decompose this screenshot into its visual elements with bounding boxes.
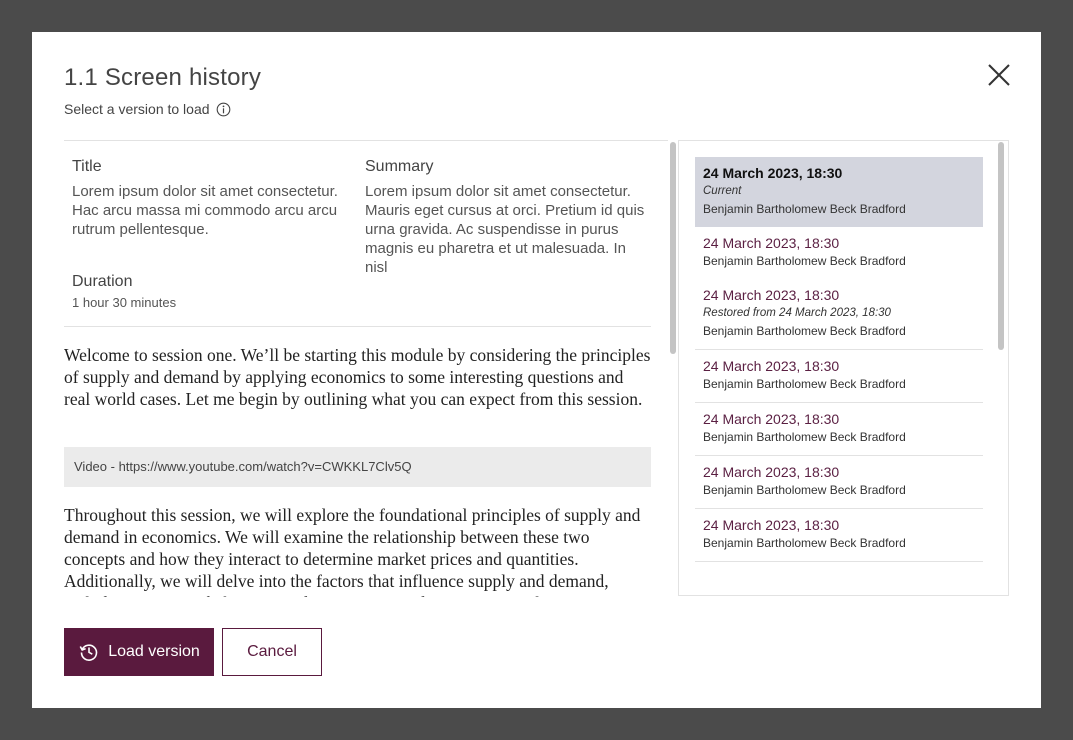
dialog-subtitle: Select a version to load [64, 101, 231, 117]
version-item[interactable]: 24 March 2023, 18:30 Benjamin Bartholomew… [695, 456, 983, 509]
load-version-label: Load version [108, 643, 200, 660]
version-item[interactable]: 24 March 2023, 18:30 Current Benjamin Bart… [695, 157, 983, 227]
load-version-button[interactable]: Load version [64, 628, 214, 676]
version-author: Benjamin Bartholomew Beck Bradford [703, 536, 906, 550]
title-section: Title Lorem ipsum dolor sit amet consect… [72, 158, 342, 239]
version-list-scrollbar[interactable] [996, 142, 1006, 594]
version-item[interactable]: 24 March 2023, 18:30 Restored from 24 Mar… [695, 279, 983, 350]
version-list: 24 March 2023, 18:30 Current Benjamin Bart… [678, 140, 1009, 596]
version-author: Benjamin Bartholomew Beck Bradford [703, 377, 906, 391]
version-note: Restored from 24 March 2023, 18:30 [703, 307, 891, 319]
info-icon[interactable] [216, 102, 231, 117]
version-scrollbar-thumb[interactable] [998, 142, 1004, 350]
current-badge: Current [703, 185, 742, 197]
version-date: 24 March 2023, 18:30 [703, 464, 840, 480]
version-item[interactable]: 24 March 2023, 18:30 Benjamin Bartholomew… [695, 227, 983, 279]
version-item[interactable]: 24 March 2023, 18:30 Benjamin Bartholomew… [695, 509, 983, 562]
preview-scrollbar-thumb[interactable] [670, 142, 676, 354]
cancel-button[interactable]: Cancel [222, 628, 322, 676]
version-date: 24 March 2023, 18:30 [703, 411, 840, 427]
version-author: Benjamin Bartholomew Beck Bradford [703, 430, 906, 444]
screen-metadata: Title Lorem ipsum dolor sit amet consect… [64, 141, 651, 327]
version-date: 24 March 2023, 18:30 [703, 517, 840, 533]
version-date: 24 March 2023, 18:30 [703, 358, 840, 374]
version-date: 24 March 2023, 18:30 [703, 165, 843, 181]
video-embed: Video - https://www.youtube.com/watch?v=… [64, 447, 651, 487]
version-date: 24 March 2023, 18:30 [703, 235, 840, 251]
version-preview: Title Lorem ipsum dolor sit amet consect… [64, 140, 668, 597]
title-label: Title [72, 158, 102, 175]
version-item[interactable]: 24 March 2023, 18:30 Benjamin Bartholomew… [695, 403, 983, 456]
summary-text: Lorem ipsum dolor sit amet consectetur. … [365, 183, 645, 276]
version-history-dialog: 1.1 Screen history Select a version to l… [32, 32, 1041, 708]
dialog-title: 1.1 Screen history [64, 64, 262, 91]
version-item[interactable]: 24 March 2023, 18:30 Benjamin Bartholomew… [695, 350, 983, 403]
summary-label: Summary [365, 158, 434, 175]
close-icon [988, 64, 1010, 86]
version-author: Benjamin Bartholomew Beck Bradford [703, 202, 906, 216]
preview-scrollbar[interactable] [668, 140, 678, 596]
version-author: Benjamin Bartholomew Beck Bradford [703, 324, 906, 338]
subtitle-text: Select a version to load [64, 101, 210, 117]
duration-value: 1 hour 30 minutes [72, 295, 177, 310]
duration-label: Duration [72, 273, 133, 290]
close-button[interactable] [985, 61, 1013, 89]
summary-section: Summary Lorem ipsum dolor sit amet conse… [365, 158, 650, 277]
intro-paragraph: Welcome to session one. We’ll be startin… [64, 345, 651, 409]
title-text: Lorem ipsum dolor sit amet consectetur. … [72, 183, 338, 238]
history-icon [79, 644, 98, 661]
body-paragraph: Throughout this session, we will explore… [64, 505, 641, 597]
version-date: 24 March 2023, 18:30 [703, 287, 840, 303]
version-list-items: 24 March 2023, 18:30 Current Benjamin Bart… [695, 157, 983, 562]
version-author: Benjamin Bartholomew Beck Bradford [703, 483, 906, 497]
version-author: Benjamin Bartholomew Beck Bradford [703, 254, 906, 268]
